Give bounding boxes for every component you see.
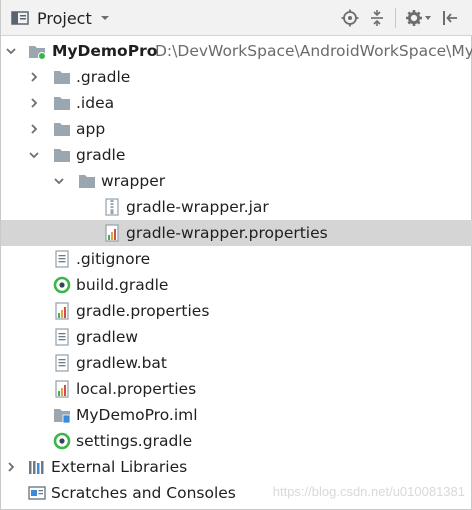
chevron-down-icon[interactable]	[28, 149, 40, 161]
hide-panel-button[interactable]	[439, 8, 461, 28]
tree-item-label: gradlew	[76, 328, 139, 346]
chevron-down-icon[interactable]	[5, 45, 17, 57]
tree-item-label: build.gradle	[76, 276, 169, 294]
project-tool-window: Project MyDemoPro D:\DevWorkSpace\Androi…	[0, 0, 472, 510]
tree-item-app-dir[interactable]: app	[1, 116, 472, 142]
tree-item-gradle-properties[interactable]: gradle.properties	[1, 298, 472, 324]
tree-item-settings-gradle[interactable]: settings.gradle	[1, 428, 472, 454]
tree-item-gradle-folder[interactable]: gradle	[1, 142, 472, 168]
folder-icon	[79, 175, 95, 188]
dropdown-caret-icon	[100, 16, 109, 20]
folder-icon	[54, 97, 70, 110]
chevron-down-icon[interactable]	[53, 175, 65, 187]
tree-item-mydemopro-iml[interactable]: MyDemoPro.iml	[1, 402, 472, 428]
gradle-file-icon	[53, 432, 71, 450]
hide-panel-icon	[443, 11, 457, 25]
tree-root-path: D:\DevWorkSpace\AndroidWorkSpace\My	[155, 42, 472, 60]
folder-icon	[54, 123, 70, 136]
tree-item-label: wrapper	[101, 172, 166, 190]
tree-item-external-libraries[interactable]: External Libraries	[1, 454, 472, 480]
properties-file-icon	[55, 302, 69, 320]
project-view-selector[interactable]: Project	[11, 7, 110, 29]
folder-icon	[54, 71, 70, 84]
project-view-title: Project	[37, 8, 92, 28]
tree-item-label: External Libraries	[51, 458, 188, 476]
text-file-icon	[55, 354, 69, 372]
tree-item-gradle-wrapper-properties[interactable]: gradle-wrapper.properties	[1, 220, 472, 246]
watermark-text: https://blog.csdn.net/u010081381	[272, 484, 465, 499]
collapse-all-button[interactable]	[366, 8, 388, 28]
toolbar-separator	[395, 8, 396, 28]
folder-icon	[54, 149, 70, 162]
project-panel-header: Project	[1, 0, 472, 36]
tree-item-label: app	[76, 120, 106, 138]
tree-item-label: .gitignore	[76, 250, 151, 268]
tree-item-label: gradlew.bat	[76, 354, 167, 372]
tree-item-local-properties[interactable]: local.properties	[1, 376, 472, 402]
tree-item-idea-dir[interactable]: .idea	[1, 90, 472, 116]
text-file-icon	[55, 328, 69, 346]
settings-button[interactable]	[404, 8, 432, 28]
tree-item-label: Scratches and Consoles	[51, 484, 236, 502]
tree-item-label: gradle-wrapper.jar	[126, 198, 269, 216]
gradle-file-icon	[53, 276, 71, 294]
text-file-icon	[55, 250, 69, 268]
scratches-icon	[28, 486, 46, 500]
properties-file-icon	[55, 380, 69, 398]
tree-item-label: gradle-wrapper.properties	[126, 224, 328, 242]
tree-item-label: gradle	[76, 146, 126, 164]
tree-item-wrapper-folder[interactable]: wrapper	[1, 168, 472, 194]
tree-item-label: settings.gradle	[76, 432, 193, 450]
locate-icon	[341, 9, 359, 27]
tree-item-label: .idea	[76, 94, 115, 112]
project-panel-icon	[11, 11, 29, 25]
tree-root-label: MyDemoPro	[52, 42, 158, 60]
libraries-icon	[29, 461, 44, 474]
tree-item-gradle-wrapper-jar[interactable]: gradle-wrapper.jar	[1, 194, 472, 220]
collapse-all-icon	[371, 10, 383, 26]
chevron-right-icon[interactable]	[5, 461, 17, 473]
chevron-right-icon[interactable]	[28, 97, 40, 109]
chevron-right-icon[interactable]	[28, 71, 40, 83]
tree-item-gradlew[interactable]: gradlew	[1, 324, 472, 350]
tree-item-label: local.properties	[76, 380, 197, 398]
tree-item-gradle-dir[interactable]: .gradle	[1, 64, 472, 90]
tree-item-gitignore[interactable]: .gitignore	[1, 246, 472, 272]
locate-button[interactable]	[339, 8, 361, 28]
properties-file-icon	[105, 224, 119, 242]
tree-root-mydemopro[interactable]: MyDemoPro D:\DevWorkSpace\AndroidWorkSpa…	[1, 38, 472, 64]
tree-item-label: .gradle	[76, 68, 131, 86]
gear-icon	[406, 10, 431, 26]
tree-item-label: gradle.properties	[76, 302, 210, 320]
tree-item-gradlew-bat[interactable]: gradlew.bat	[1, 350, 472, 376]
tree-item-label: MyDemoPro.iml	[76, 406, 198, 424]
tree-item-build-gradle[interactable]: build.gradle	[1, 272, 472, 298]
chevron-right-icon[interactable]	[28, 123, 40, 135]
jar-file-icon	[105, 198, 119, 216]
module-file-icon	[54, 409, 71, 424]
module-folder-icon	[29, 46, 46, 60]
